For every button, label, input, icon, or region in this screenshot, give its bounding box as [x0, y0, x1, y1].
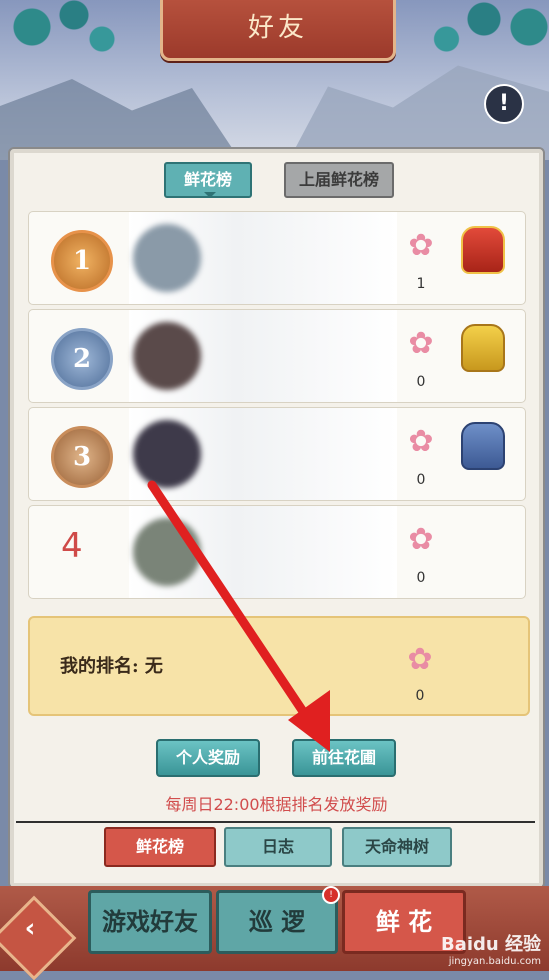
exclamation-icon[interactable]: !	[484, 84, 524, 124]
flower-count: 0	[416, 472, 426, 488]
reward-notice: 每周日22:00根据排名发放奖励	[165, 795, 388, 814]
nav-game-friends[interactable]: 游戏好友	[88, 890, 212, 954]
leaves-decoration	[0, 0, 130, 75]
list-item[interactable]: 4 ✿ 0	[28, 505, 526, 599]
bottom-nav: ‹ 游戏好友 巡 逻 ! 鲜 花 Baidu 经验 jingyan.baidu.…	[0, 886, 549, 980]
blue-bag-icon[interactable]	[461, 422, 505, 470]
flower-count: 0	[416, 570, 426, 586]
back-button[interactable]: ‹	[0, 895, 77, 980]
flower-count: 1	[416, 276, 426, 292]
go-garden-button[interactable]: 前往花圃	[292, 739, 396, 777]
leaves-decoration	[409, 0, 549, 75]
page-title: 好友	[160, 0, 396, 61]
tab-destiny-tree[interactable]: 天命神树	[342, 827, 452, 867]
ranking-tabs: 鲜花榜 上届鲜花榜	[164, 162, 404, 200]
tab-flower-rank[interactable]: 鲜花榜	[164, 162, 252, 198]
avatar	[133, 224, 201, 292]
list-item[interactable]: 2 ✿ 0	[28, 309, 526, 403]
tab-flower-rank-bottom[interactable]: 鲜花榜	[104, 827, 216, 867]
my-rank-card: 我的排名: 无 ✿ 0	[28, 616, 530, 716]
flower-count: 0	[416, 374, 426, 390]
watermark: Baidu 经验 jingyan.baidu.com	[441, 930, 541, 967]
my-flower-count: 0	[415, 688, 425, 704]
watermark-brand: Baidu 经验	[440, 934, 541, 955]
gold-medal-icon: 1	[51, 230, 113, 292]
notification-badge: !	[322, 886, 340, 904]
personal-reward-button[interactable]: 个人奖励	[156, 739, 260, 777]
bottom-tabs: 鲜花榜 日志 天命神树	[104, 827, 464, 867]
avatar	[133, 518, 201, 586]
flower-icon: ✿	[407, 642, 433, 677]
list-item[interactable]: 1 ✿ 1	[28, 211, 526, 305]
silver-medal-icon: 2	[51, 328, 113, 390]
flower-icon: ✿	[408, 522, 434, 557]
flower-icon: ✿	[408, 424, 434, 459]
avatar	[133, 322, 201, 390]
rank-number: 4	[61, 526, 83, 566]
flower-icon: ✿	[408, 326, 434, 361]
yellow-bag-icon[interactable]	[461, 324, 505, 372]
watermark-url: jingyan.baidu.com	[448, 956, 541, 967]
bronze-medal-icon: 3	[51, 426, 113, 488]
back-arrow-icon: ‹	[24, 913, 36, 944]
my-rank-label: 我的排名: 无	[60, 656, 163, 677]
tab-log[interactable]: 日志	[224, 827, 332, 867]
list-item[interactable]: 3 ✿ 0	[28, 407, 526, 501]
avatar	[133, 420, 201, 488]
divider	[16, 821, 535, 823]
nav-patrol[interactable]: 巡 逻	[216, 890, 338, 954]
ranking-panel: 鲜花榜 上届鲜花榜 1 ✿ 1 2 ✿ 0 3 ✿ 0 4 ✿ 0 我的排名: …	[8, 147, 545, 889]
tab-last-flower-rank[interactable]: 上届鲜花榜	[284, 162, 394, 198]
red-bag-icon[interactable]	[461, 226, 505, 274]
flower-icon: ✿	[408, 228, 434, 263]
